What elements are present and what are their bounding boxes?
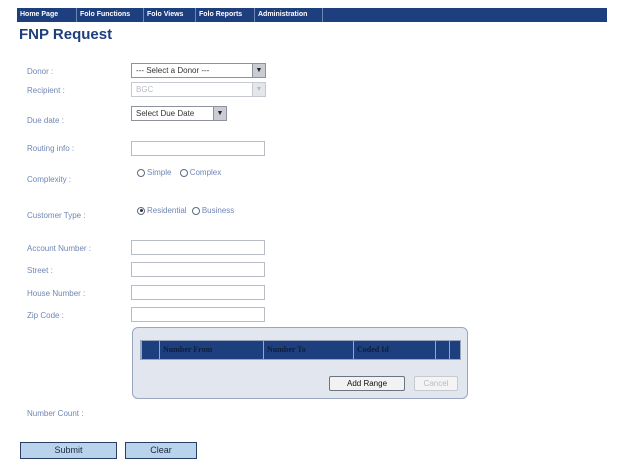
nav-folo-views[interactable]: Folo Views xyxy=(144,8,196,22)
complexity-complex-label: Complex xyxy=(189,168,222,178)
due-date-select-value: Select Due Date xyxy=(136,109,195,118)
donor-label: Donor : xyxy=(27,67,54,76)
add-range-button[interactable]: Add Range xyxy=(329,376,405,391)
customer-type-label: Customer Type : xyxy=(27,211,86,220)
page-title: FNP Request xyxy=(19,26,113,43)
chevron-down-icon[interactable]: ▼ xyxy=(252,64,265,77)
customer-type-business-radio[interactable] xyxy=(191,206,200,215)
complexity-label: Complexity : xyxy=(27,175,72,184)
clear-button[interactable]: Clear xyxy=(125,442,197,459)
account-number-label: Account Number : xyxy=(27,244,92,253)
customer-type-residential-label: Residential xyxy=(147,206,187,216)
submit-button[interactable]: Submit xyxy=(20,442,117,459)
house-number-input[interactable] xyxy=(131,285,265,300)
customer-type-radio-group: Residential Business xyxy=(137,206,240,215)
zip-code-label: Zip Code : xyxy=(27,311,64,320)
complexity-complex-radio[interactable] xyxy=(179,168,188,177)
donor-select[interactable]: --- Select a Donor --- ▼ xyxy=(131,63,266,78)
recipient-select: BGC ▼ xyxy=(131,82,266,97)
nav-folo-functions[interactable]: Folo Functions xyxy=(77,8,144,22)
cancel-range-button: Cancel xyxy=(414,376,458,391)
chevron-down-icon: ▼ xyxy=(252,83,265,96)
nav-folo-reports[interactable]: Folo Reports xyxy=(196,8,255,22)
number-count-label: Number Count : xyxy=(27,409,84,418)
complexity-simple-label: Simple xyxy=(147,168,172,178)
number-range-panel: Number From Number To Coded Id Add Range… xyxy=(132,327,468,399)
recipient-select-value: BGC xyxy=(136,85,154,94)
top-nav-bar: Home Page Folo Functions Folo Views Folo… xyxy=(17,8,607,22)
due-date-label: Due date : xyxy=(27,116,64,125)
routing-info-label: Routing info : xyxy=(27,144,75,153)
due-date-select[interactable]: Select Due Date ▼ xyxy=(131,106,227,121)
range-table-extra-column xyxy=(435,341,449,359)
complexity-radio-group: Simple Complex xyxy=(137,168,227,177)
chevron-down-icon[interactable]: ▼ xyxy=(213,107,226,120)
nav-home-page[interactable]: Home Page xyxy=(17,8,77,22)
customer-type-residential-radio[interactable] xyxy=(137,206,145,215)
street-label: Street : xyxy=(27,266,53,275)
account-number-input[interactable] xyxy=(131,240,265,255)
donor-select-value: --- Select a Donor --- xyxy=(136,66,210,75)
range-table-scroll-column xyxy=(449,341,460,359)
column-header-number-from: Number From xyxy=(159,341,263,359)
nav-administration[interactable]: Administration xyxy=(255,8,323,22)
zip-code-input[interactable] xyxy=(131,307,265,322)
column-header-number-to: Number To xyxy=(263,341,353,359)
house-number-label: House Number : xyxy=(27,289,86,298)
column-header-coded-id: Coded Id xyxy=(353,341,435,359)
range-table-header: Number From Number To Coded Id xyxy=(140,340,461,360)
complexity-simple-radio[interactable] xyxy=(137,168,145,177)
routing-info-input[interactable] xyxy=(131,141,265,156)
range-table-select-column xyxy=(141,341,159,359)
customer-type-business-label: Business xyxy=(201,206,235,216)
street-input[interactable] xyxy=(131,262,265,277)
recipient-label: Recipient : xyxy=(27,86,65,95)
